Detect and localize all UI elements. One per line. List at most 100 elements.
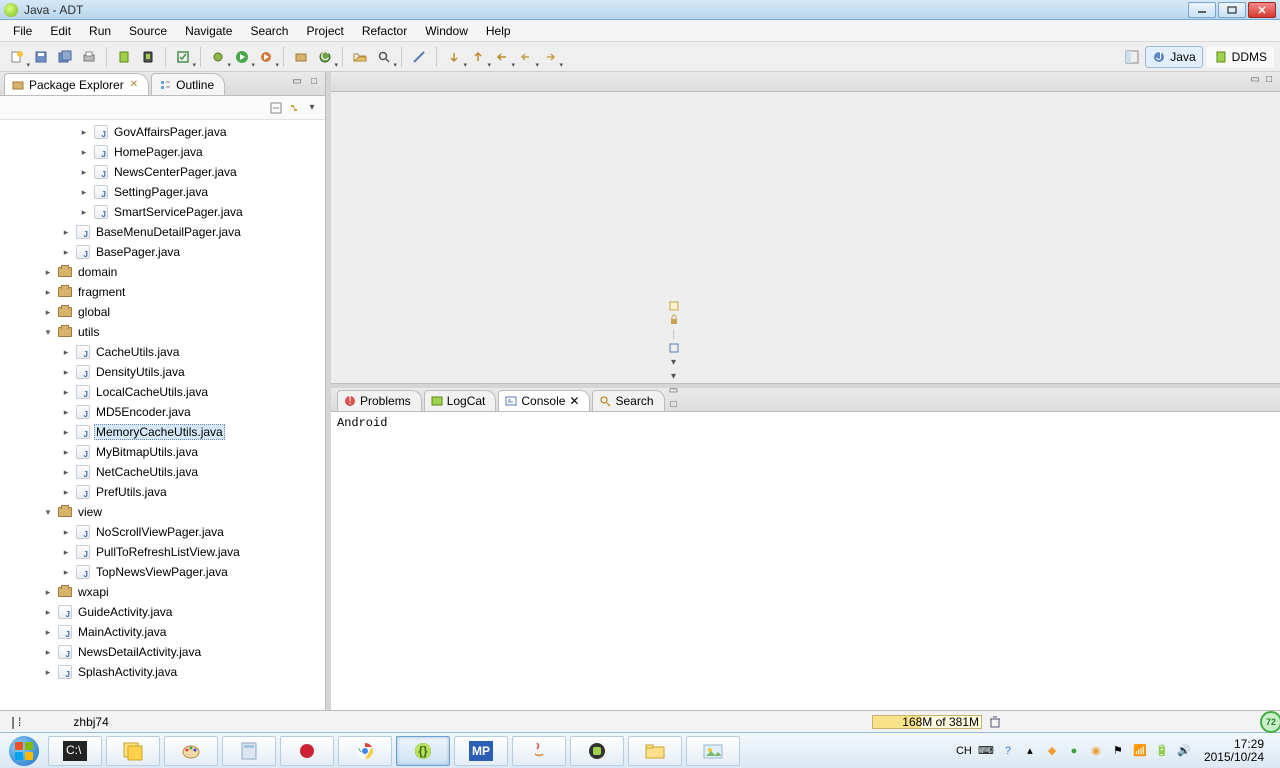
open-perspective-button[interactable] [1123, 46, 1141, 68]
twisty-closed-icon[interactable]: ▸ [78, 187, 90, 198]
task-android[interactable] [570, 736, 624, 766]
twisty-closed-icon[interactable]: ▸ [60, 567, 72, 578]
menu-run[interactable]: Run [80, 22, 120, 40]
open-type-button[interactable] [349, 46, 371, 68]
perspective-java[interactable]: J Java [1145, 46, 1202, 68]
tree-item[interactable]: ▸domain [0, 262, 325, 282]
tab-close-icon[interactable]: ✕ [130, 79, 138, 90]
tree-item[interactable]: ▸MainActivity.java [0, 622, 325, 642]
tree-item[interactable]: ▸wxapi [0, 582, 325, 602]
package-explorer-tree[interactable]: ▸GovAffairsPager.java▸HomePager.java▸New… [0, 120, 325, 710]
twisty-closed-icon[interactable]: ▸ [78, 207, 90, 218]
network-icon[interactable]: 📶 [1132, 743, 1148, 759]
tab-problems[interactable]: ! Problems [337, 390, 422, 411]
twisty-closed-icon[interactable]: ▸ [60, 227, 72, 238]
twisty-closed-icon[interactable]: ▸ [60, 247, 72, 258]
back-button[interactable] [515, 46, 537, 68]
view-menu-button[interactable]: ▾ [305, 101, 319, 115]
tray-icon-1[interactable]: ◆ [1044, 743, 1060, 759]
view-minimize-button[interactable]: ▭ [667, 383, 681, 397]
twisty-closed-icon[interactable]: ▸ [78, 147, 90, 158]
tree-item[interactable]: ▸NetCacheUtils.java [0, 462, 325, 482]
perspective-ddms[interactable]: DDMS [1207, 46, 1274, 68]
tree-item[interactable]: ▸LocalCacheUtils.java [0, 382, 325, 402]
twisty-closed-icon[interactable]: ▸ [60, 487, 72, 498]
twisty-closed-icon[interactable]: ▸ [78, 127, 90, 138]
twisty-closed-icon[interactable]: ▸ [42, 667, 54, 678]
tree-item[interactable]: ▸PrefUtils.java [0, 482, 325, 502]
console-clear-button[interactable] [667, 299, 681, 313]
task-photos[interactable] [686, 736, 740, 766]
tab-search[interactable]: Search [592, 390, 664, 411]
battery-icon[interactable]: 🔋 [1154, 743, 1170, 759]
tab-package-explorer[interactable]: Package Explorer ✕ [4, 73, 149, 95]
task-chrome[interactable] [338, 736, 392, 766]
task-mp[interactable]: MP [454, 736, 508, 766]
tree-item[interactable]: ▸global [0, 302, 325, 322]
new-package-button[interactable] [290, 46, 312, 68]
editor-maximize-button[interactable]: □ [1262, 72, 1276, 86]
tray-expand-icon[interactable]: ▴ [1022, 743, 1038, 759]
toggle-mark-button[interactable] [408, 46, 430, 68]
tab-outline[interactable]: Outline [151, 73, 225, 95]
twisty-closed-icon[interactable]: ▸ [60, 407, 72, 418]
tray-icon-3[interactable]: ◉ [1088, 743, 1104, 759]
tree-item[interactable]: ▾utils [0, 322, 325, 342]
lint-button[interactable] [172, 46, 194, 68]
help-icon[interactable]: ? [1000, 743, 1016, 759]
console-pin-button[interactable] [667, 341, 681, 355]
twisty-closed-icon[interactable]: ▸ [60, 387, 72, 398]
menu-file[interactable]: File [4, 22, 41, 40]
tree-item[interactable]: ▸BaseMenuDetailPager.java [0, 222, 325, 242]
view-maximize-button[interactable]: □ [307, 74, 321, 88]
tree-item[interactable]: ▸MD5Encoder.java [0, 402, 325, 422]
menu-project[interactable]: Project [297, 22, 352, 40]
tree-item[interactable]: ▸PullToRefreshListView.java [0, 542, 325, 562]
twisty-closed-icon[interactable]: ▸ [78, 167, 90, 178]
editor-minimize-button[interactable]: ▭ [1248, 72, 1262, 86]
menu-help[interactable]: Help [477, 22, 520, 40]
start-button[interactable] [4, 735, 44, 767]
task-java[interactable] [512, 736, 566, 766]
tree-item[interactable]: ▸NoScrollViewPager.java [0, 522, 325, 542]
gc-button[interactable] [988, 715, 1002, 729]
task-explorer[interactable] [628, 736, 682, 766]
twisty-closed-icon[interactable]: ▸ [42, 287, 54, 298]
ime-indicator[interactable]: CH [956, 743, 972, 759]
tree-item[interactable]: ▸MyBitmapUtils.java [0, 442, 325, 462]
twisty-closed-icon[interactable]: ▸ [60, 447, 72, 458]
save-button[interactable] [30, 46, 52, 68]
edge-badge[interactable]: 72 [1260, 711, 1280, 733]
new-button[interactable] [6, 46, 28, 68]
task-paint[interactable] [164, 736, 218, 766]
menu-navigate[interactable]: Navigate [176, 22, 241, 40]
run-button[interactable] [231, 46, 253, 68]
twisty-closed-icon[interactable]: ▸ [42, 587, 54, 598]
twisty-closed-icon[interactable]: ▸ [42, 607, 54, 618]
menu-edit[interactable]: Edit [41, 22, 80, 40]
twisty-closed-icon[interactable]: ▸ [60, 527, 72, 538]
tab-close-icon[interactable]: ✕ [569, 394, 579, 408]
taskbar-clock[interactable]: 17:29 2015/10/24 [1198, 738, 1270, 764]
twisty-closed-icon[interactable]: ▸ [60, 347, 72, 358]
save-all-button[interactable] [54, 46, 76, 68]
tree-item[interactable]: ▸fragment [0, 282, 325, 302]
tree-item[interactable]: ▸DensityUtils.java [0, 362, 325, 382]
menu-search[interactable]: Search [241, 22, 297, 40]
twisty-closed-icon[interactable]: ▸ [60, 547, 72, 558]
twisty-closed-icon[interactable]: ▸ [42, 267, 54, 278]
window-maximize-button[interactable] [1218, 2, 1246, 18]
view-minimize-button[interactable]: ▭ [290, 74, 304, 88]
tree-item[interactable]: ▸CacheUtils.java [0, 342, 325, 362]
twisty-open-icon[interactable]: ▾ [42, 327, 54, 338]
task-notes[interactable] [106, 736, 160, 766]
tray-icon-2[interactable]: ● [1066, 743, 1082, 759]
tree-item[interactable]: ▸GuideActivity.java [0, 602, 325, 622]
tab-logcat[interactable]: LogCat [424, 390, 497, 411]
window-minimize-button[interactable] [1188, 2, 1216, 18]
heap-bar[interactable]: 168M of 381M [872, 715, 982, 729]
twisty-closed-icon[interactable]: ▸ [60, 467, 72, 478]
console-output[interactable]: Android [331, 412, 1280, 710]
external-tools-button[interactable] [255, 46, 277, 68]
task-record[interactable] [280, 736, 334, 766]
